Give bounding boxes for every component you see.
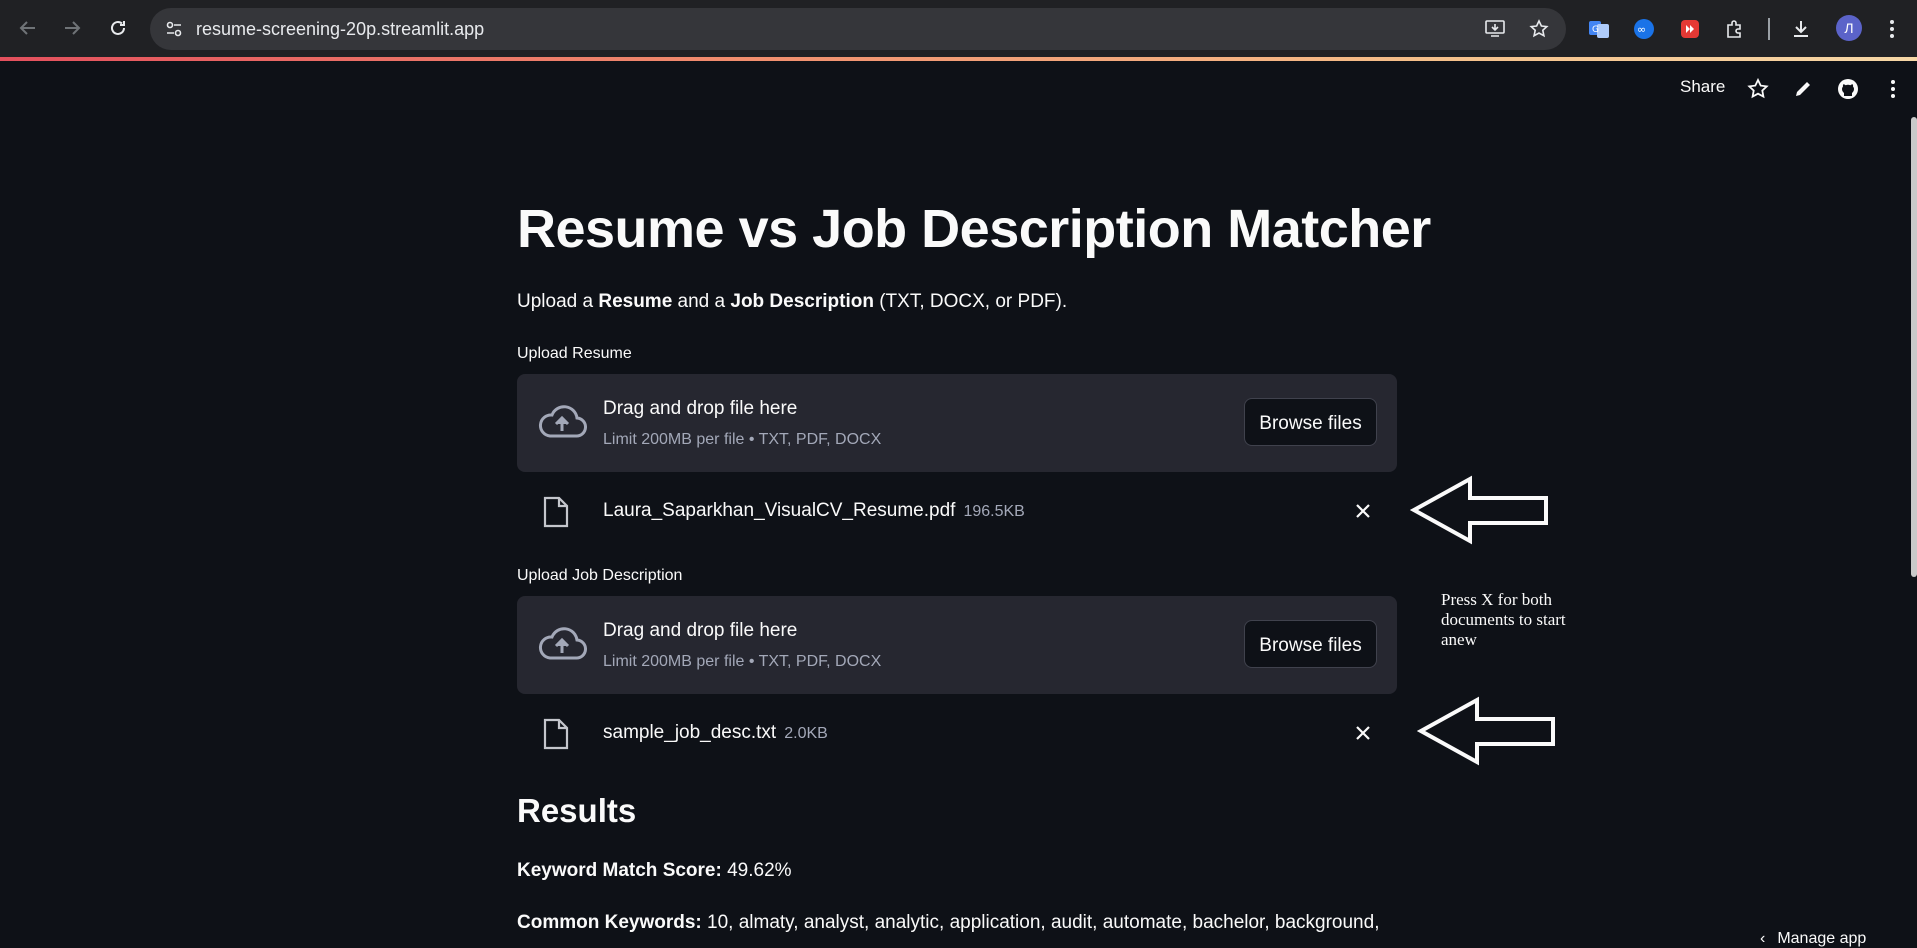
url-text: resume-screening-20p.streamlit.app [196, 19, 485, 39]
common-keywords: Common Keywords: 10, almaty, analyst, an… [517, 912, 1380, 933]
dropzone-limits: Limit 200MB per file • TXT, PDF, DOCX [603, 653, 882, 670]
file-icon [543, 496, 569, 528]
uploaded-job-file: sample_job_desc.txt 2.0KB [517, 708, 1397, 758]
address-bar[interactable]: resume-screening-20p.streamlit.app [150, 8, 1566, 50]
browser-menu-icon[interactable] [1880, 17, 1904, 41]
browse-files-button[interactable]: Browse files [1244, 620, 1377, 668]
browser-chrome: resume-screening-20p.streamlit.app G ∞ Л [0, 0, 1917, 57]
job-dropzone[interactable]: Drag and drop file here Limit 200MB per … [517, 596, 1397, 694]
reload-icon[interactable] [102, 12, 134, 44]
file-size: 2.0KB [784, 725, 828, 742]
chevron-left-icon: ‹ [1760, 930, 1766, 947]
app-menu-icon[interactable] [1880, 76, 1906, 102]
svg-text:G: G [1592, 25, 1599, 35]
toolbar-separator [1768, 18, 1770, 40]
cloud-upload-icon [538, 627, 587, 660]
file-icon [543, 718, 569, 750]
keyword-match-score: Keyword Match Score: 49.62% [517, 860, 792, 881]
annotation-arrow-job [1417, 696, 1555, 766]
file-size: 196.5KB [963, 503, 1025, 520]
file-name: sample_job_desc.txt [603, 722, 777, 743]
install-app-icon[interactable] [1483, 17, 1507, 41]
annotation-note: Press X for both documents to start anew [1441, 590, 1566, 649]
dropzone-limits: Limit 200MB per file • TXT, PDF, DOCX [603, 431, 882, 448]
uploaded-resume-file: Laura_Saparkhan_VisualCV_Resume.pdf 196.5… [517, 486, 1397, 536]
annotation-arrow-resume [1410, 475, 1548, 545]
media-extension-icon[interactable] [1678, 17, 1702, 41]
github-icon[interactable] [1835, 76, 1861, 102]
resume-dropzone[interactable]: Drag and drop file here Limit 200MB per … [517, 374, 1397, 472]
infinity-extension-icon[interactable]: ∞ [1632, 17, 1656, 41]
manage-app-button[interactable]: ‹ Manage app [1760, 930, 1866, 948]
cloud-upload-icon [538, 405, 587, 438]
favorite-star-icon[interactable] [1745, 76, 1771, 102]
results-heading: Results [517, 792, 637, 829]
streamlit-top-decoration [0, 57, 1917, 61]
profile-avatar[interactable]: Л [1836, 15, 1862, 41]
share-button[interactable]: Share [1680, 77, 1725, 97]
job-uploader-label: Upload Job Description [517, 567, 683, 584]
site-settings-icon[interactable] [162, 17, 186, 41]
dropzone-title: Drag and drop file here [603, 620, 798, 641]
dropzone-title: Drag and drop file here [603, 398, 798, 419]
bookmark-star-icon[interactable] [1527, 17, 1551, 41]
edit-pencil-icon[interactable] [1790, 76, 1816, 102]
forward-icon[interactable] [56, 12, 88, 44]
back-icon[interactable] [12, 12, 44, 44]
svg-text:∞: ∞ [1637, 23, 1646, 36]
remove-file-close-icon[interactable] [1352, 500, 1374, 522]
file-name: Laura_Saparkhan_VisualCV_Resume.pdf [603, 500, 956, 521]
browse-files-button[interactable]: Browse files [1244, 398, 1377, 446]
extensions-puzzle-icon[interactable] [1723, 17, 1747, 41]
page-scrollbar[interactable] [1911, 117, 1917, 577]
intro-text: Upload a Resume and a Job Description (T… [517, 291, 1068, 312]
resume-uploader-label: Upload Resume [517, 345, 632, 362]
remove-file-close-icon[interactable] [1352, 722, 1374, 744]
page-title: Resume vs Job Description Matcher [517, 199, 1431, 259]
downloads-icon[interactable] [1789, 17, 1813, 41]
translate-extension-icon[interactable]: G [1587, 17, 1611, 41]
